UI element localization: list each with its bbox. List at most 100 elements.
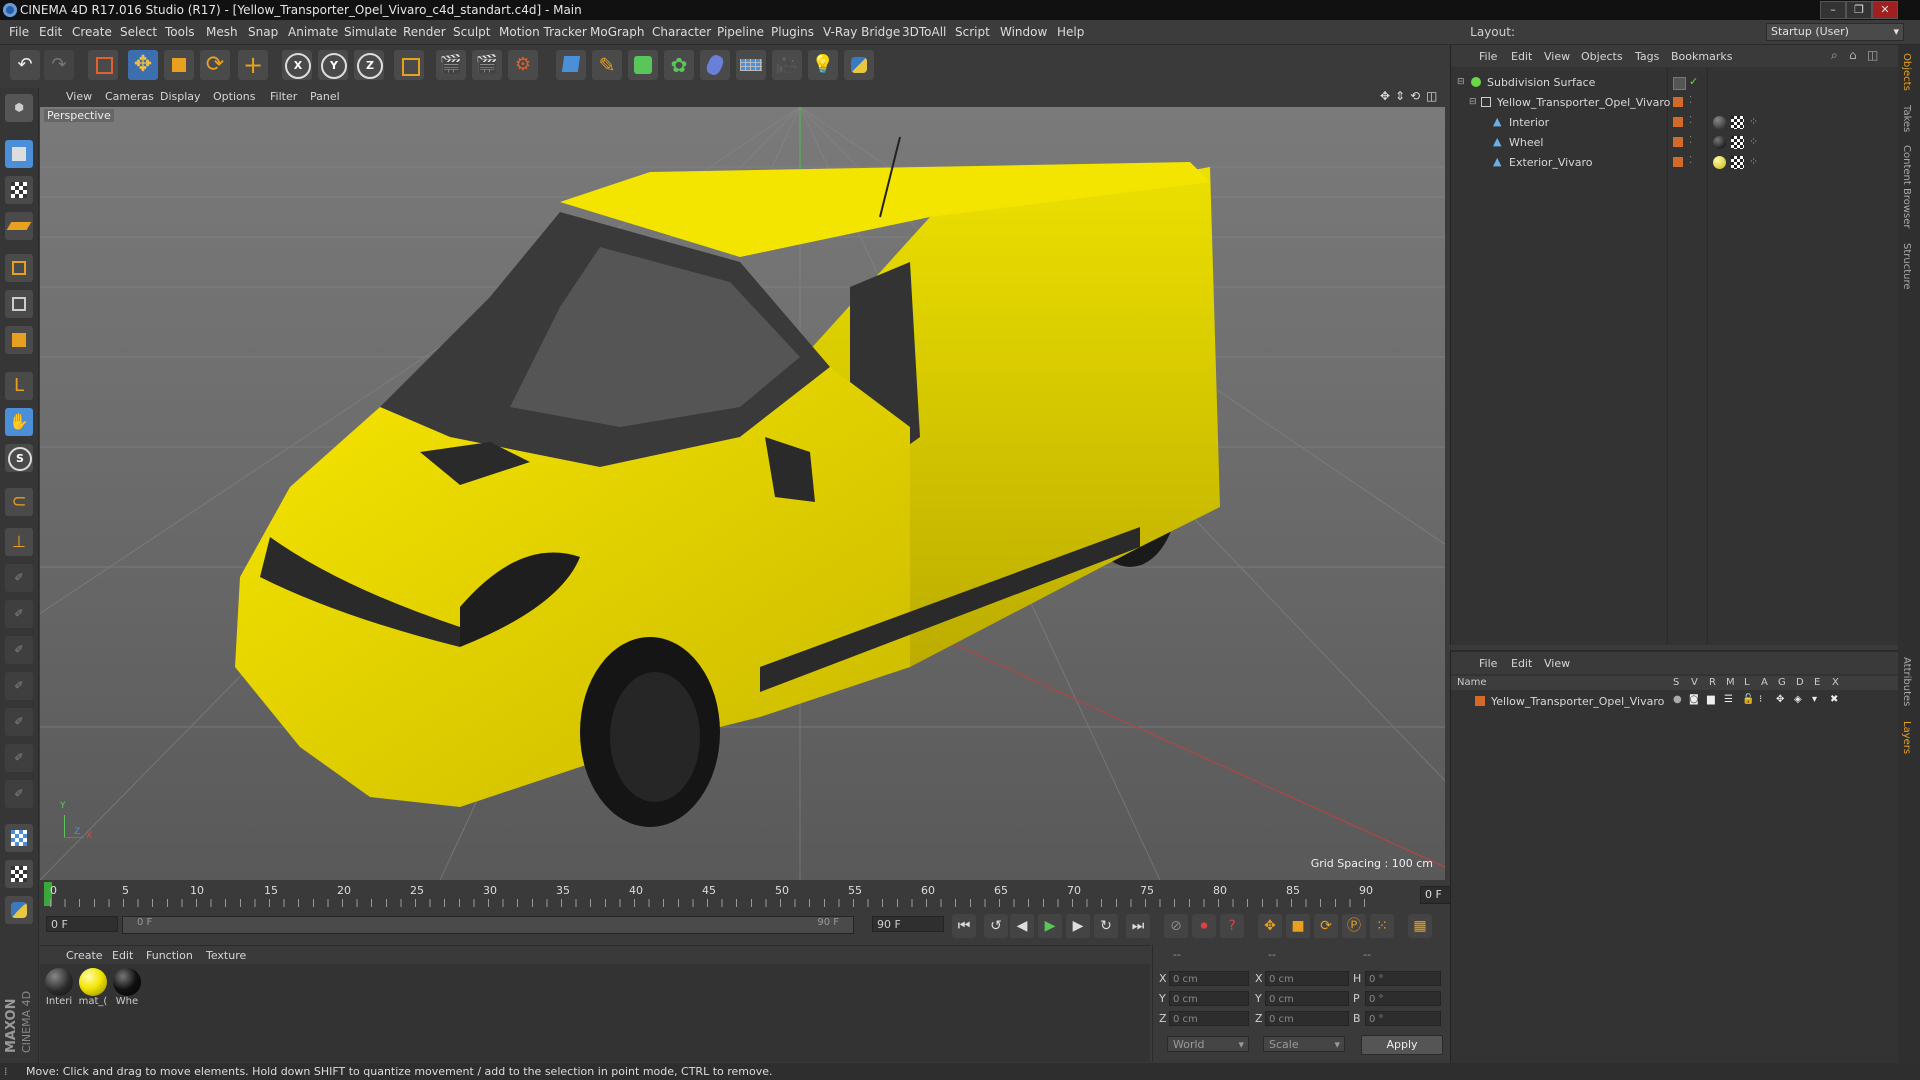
viewport-menu-display[interactable]: Display (160, 90, 201, 103)
tab-takes[interactable]: Takes (1901, 105, 1912, 132)
rotate-tool-button[interactable]: ⟳ (200, 50, 230, 80)
enabled-check-icon[interactable]: ✓ (1689, 75, 1698, 88)
menu-character[interactable]: Character (652, 25, 711, 39)
om-menu-bookmarks[interactable]: Bookmarks (1671, 50, 1732, 63)
viewport-menu-filter[interactable]: Filter (270, 90, 297, 103)
coord-rot-p-field[interactable]: 0 ° (1365, 991, 1441, 1006)
light-button[interactable]: 💡 (808, 50, 838, 80)
menu-snap[interactable]: Snap (248, 25, 278, 39)
layer-color-icon[interactable] (1673, 117, 1683, 127)
view-toggle-icon[interactable]: ◙ (1689, 694, 1699, 705)
tab-layers[interactable]: Layers (1901, 721, 1912, 754)
tab-objects[interactable]: Objects (1901, 53, 1912, 91)
sculpt-brush-6-button[interactable]: ✐ (5, 744, 33, 772)
new-window-icon[interactable]: ◫ (1867, 48, 1878, 62)
next-key-button[interactable]: ↻ (1094, 914, 1118, 938)
menu-pipeline[interactable]: Pipeline (717, 25, 764, 39)
visibility-dots-icon[interactable]: ⁚ (1689, 95, 1692, 106)
key-scale-button[interactable]: ■ (1286, 914, 1310, 938)
material-tag-icon[interactable] (1713, 116, 1726, 129)
timeline-ruler[interactable]: 0 5 10 15 20 25 30 35 40 45 50 55 60 65 … (40, 882, 1486, 908)
material-tag-icon[interactable] (1713, 136, 1726, 149)
tab-structure[interactable]: Structure (1901, 243, 1912, 290)
om-menu-objects[interactable]: Objects (1581, 50, 1623, 63)
uv-checker-2-button[interactable] (5, 860, 33, 888)
menu-script[interactable]: Script (955, 25, 990, 39)
visibility-dots-icon[interactable]: ⁚ (1689, 155, 1692, 166)
menu-mesh[interactable]: Mesh (206, 25, 238, 39)
autokey-button[interactable]: ⏺ (1192, 914, 1216, 938)
keyframe-selection-button[interactable]: ? (1220, 914, 1244, 938)
viewport-pan-icon[interactable]: ✥ (1380, 89, 1390, 103)
z-axis-lock-button[interactable]: Z (354, 50, 384, 80)
minimize-button[interactable]: – (1820, 1, 1846, 19)
preview-range-slider[interactable]: 0 F 90 F (122, 916, 854, 934)
spline-pen-button[interactable]: ✎ (592, 50, 622, 80)
lm-menu-view[interactable]: View (1544, 657, 1570, 670)
selection-tag-icon[interactable]: ⁘ (1749, 115, 1758, 128)
start-frame-field[interactable]: 0 F (46, 916, 118, 932)
om-menu-view[interactable]: View (1544, 50, 1570, 63)
coord-size-x-field[interactable]: 0 cm (1265, 971, 1349, 986)
coord-mode-select[interactable]: World ▾ (1167, 1036, 1249, 1052)
selection-tag-icon[interactable]: ⁘ (1749, 135, 1758, 148)
uvw-tag-icon[interactable] (1731, 136, 1744, 149)
menu-motion-tracker[interactable]: Motion Tracker (499, 25, 587, 39)
xref-toggle-icon[interactable]: ✖ (1830, 694, 1838, 705)
axis-mode-button[interactable]: L (5, 372, 33, 400)
object-row-exterior-vivaro[interactable]: ▲ Exterior_Vivaro ⁚ ⁘ (1451, 154, 1899, 172)
sculpt-brush-3-button[interactable]: ✐ (5, 636, 33, 664)
sculpt-brush-1-button[interactable]: ✐ (5, 564, 33, 592)
go-to-end-button[interactable]: ⏭ (1126, 914, 1150, 938)
apply-button[interactable]: Apply (1361, 1035, 1443, 1055)
material-menu-texture[interactable]: Texture (206, 949, 246, 962)
viewport-dolly-icon[interactable]: ⇕ (1395, 89, 1405, 103)
menu-sculpt[interactable]: Sculpt (453, 25, 490, 39)
render-picture-viewer-button[interactable]: 🎬 (472, 50, 502, 80)
texture-mode-button[interactable] (5, 176, 33, 204)
manager-toggle-icon[interactable]: ☰ (1724, 694, 1733, 705)
viewport-menu-panel[interactable]: Panel (310, 90, 340, 103)
lock-toggle-icon[interactable]: 🔓 (1742, 694, 1754, 705)
menu-select[interactable]: Select (120, 25, 157, 39)
magnet-button[interactable]: ⊂ (5, 488, 33, 516)
om-menu-edit[interactable]: Edit (1511, 50, 1532, 63)
floor-button[interactable] (736, 50, 766, 80)
menu-tools[interactable]: Tools (165, 25, 195, 39)
object-row-yellow-transporter[interactable]: ⊟ Yellow_Transporter_Opel_Vivaro ⁚ (1451, 94, 1899, 112)
lm-menu-file[interactable]: File (1479, 657, 1497, 670)
layer-color-icon[interactable] (1673, 97, 1683, 107)
solo-mode-button[interactable]: S (5, 444, 33, 472)
material-swatch[interactable]: Whe (112, 968, 142, 1007)
viewport-menu-cameras[interactable]: Cameras (105, 90, 154, 103)
cube-object-button[interactable] (556, 50, 586, 80)
redo-button[interactable]: ↷ (44, 50, 74, 80)
om-menu-tags[interactable]: Tags (1635, 50, 1659, 63)
make-editable-button[interactable]: ⬢ (5, 94, 33, 122)
sculpt-brush-7-button[interactable]: ✐ (5, 780, 33, 808)
x-axis-lock-button[interactable]: X (282, 50, 312, 80)
polygons-mode-button[interactable] (5, 326, 33, 354)
layer-row[interactable]: Yellow_Transporter_Opel_Vivaro ● ◙ ▆ ☰ 🔓… (1451, 693, 1899, 711)
menu-animate[interactable]: Animate (288, 25, 338, 39)
previous-frame-button[interactable]: ◀ (1010, 914, 1034, 938)
layout-select[interactable]: Startup (User) ▾ (1766, 23, 1904, 41)
coord-size-y-field[interactable]: 0 cm (1265, 991, 1349, 1006)
tweak-mode-button[interactable]: ✋ (5, 408, 33, 436)
tab-attributes[interactable]: Attributes (1901, 657, 1912, 706)
viewport-rotate-icon[interactable]: ⟲ (1410, 89, 1420, 103)
viewport-menu-view[interactable]: View (66, 90, 92, 103)
key-position-button[interactable]: ✥ (1258, 914, 1282, 938)
uvw-tag-icon[interactable] (1731, 116, 1744, 129)
key-parameter-button[interactable]: Ⓟ (1342, 914, 1366, 938)
menu-3dtoall[interactable]: 3DToAll (902, 25, 946, 39)
y-axis-lock-button[interactable]: Y (318, 50, 348, 80)
generators-toggle-icon[interactable]: ✥ (1776, 694, 1784, 705)
previous-key-button[interactable]: ↺ (984, 914, 1008, 938)
deformers-toggle-icon[interactable]: ◈ (1794, 694, 1802, 705)
material-menu-create[interactable]: Create (66, 949, 103, 962)
undo-button[interactable]: ↶ (10, 50, 40, 80)
editor-visibility-icon[interactable] (1673, 77, 1686, 90)
om-menu-file[interactable]: File (1479, 50, 1497, 63)
coord-pos-x-field[interactable]: 0 cm (1169, 971, 1249, 986)
